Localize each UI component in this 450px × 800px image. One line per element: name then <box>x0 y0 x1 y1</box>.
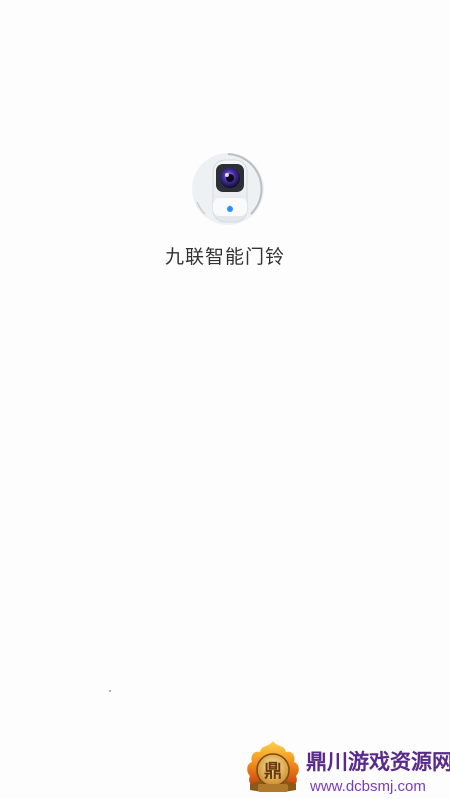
watermark-title: 鼎川游戏资源网 <box>306 750 450 774</box>
splash-screen: 九联智能门铃 鼎 鼎川游戏资源网 www.dcbsmj.com <box>0 0 450 799</box>
watermark-url: www.dcbsmj.com <box>310 778 426 795</box>
doorbell-camera-icon <box>191 152 265 226</box>
dot <box>109 690 111 692</box>
app-name: 九联智能门铃 <box>164 246 285 268</box>
watermark-logo-char: 鼎 <box>264 761 282 782</box>
watermark-logo-icon: 鼎 <box>244 740 302 796</box>
watermark: 鼎 鼎川游戏资源网 www.dcbsmj.com <box>244 738 450 799</box>
